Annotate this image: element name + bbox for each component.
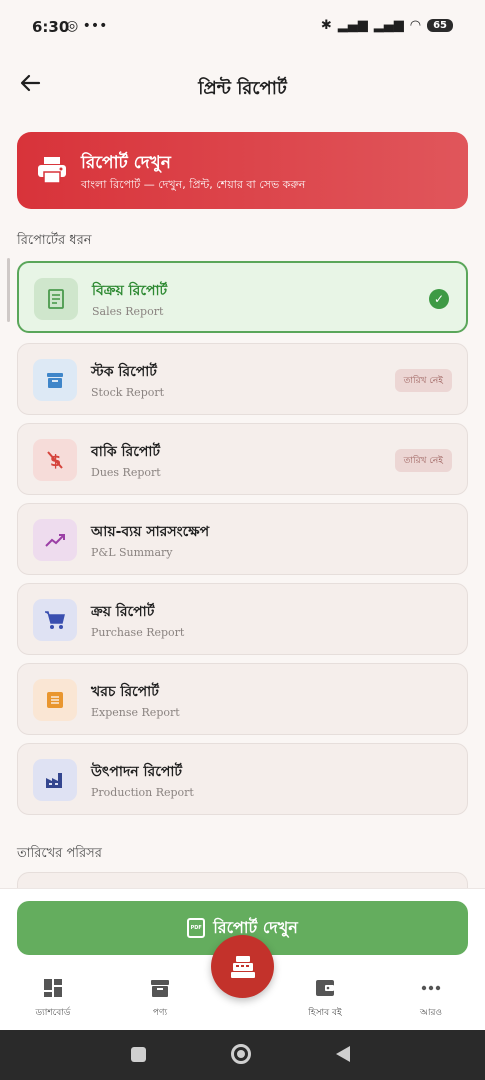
printer-icon: [38, 157, 66, 184]
report-item-sales[interactable]: বিক্রয় রিপোর্ট Sales Report ✓: [17, 261, 468, 333]
archive-icon: [33, 359, 77, 401]
report-subtitle: Dues Report: [91, 466, 161, 479]
no-date-badge: তারিখ নেই: [394, 369, 452, 392]
nav-ledger[interactable]: হিসাব বই: [285, 975, 365, 1020]
wallet-icon: [285, 975, 365, 1001]
bottom-panel: PDF রিপোর্ট দেখুন ড্যাশবোর্ড পণ্য হিসাব …: [0, 888, 485, 1030]
receipt-icon: [34, 278, 78, 320]
nav-label: ড্যাশবোর্ড: [35, 1008, 71, 1018]
app-bar: প্রিন্ট রিপোর্ট: [0, 56, 485, 116]
status-icons: ✱ ▂▄▆ ▂▄▆ ◠ 65: [321, 18, 453, 33]
nav-dashboard[interactable]: ড্যাশবোর্ড: [13, 975, 93, 1020]
nav-label: পণ্য: [152, 1008, 168, 1018]
report-item-expense[interactable]: খরচ রিপোর্ট Expense Report: [17, 663, 468, 735]
more-icon: [391, 975, 471, 1001]
section-date-range: তারিখের পরিসর: [17, 846, 102, 861]
report-item-stock[interactable]: স্টক রিপোর্ট Stock Report তারিখ নেই: [17, 343, 468, 415]
report-item-pl-summary[interactable]: আয়-ব্যয় সারসংক্ষেপ P&L Summary: [17, 503, 468, 575]
status-time: 6:30: [32, 18, 70, 36]
report-name: ক্রয় রিপোর্ট: [91, 604, 155, 620]
scrollbar[interactable]: [7, 258, 10, 322]
report-subtitle: Purchase Report: [91, 626, 185, 639]
pdf-icon: PDF: [187, 918, 206, 938]
money-off-icon: $: [33, 439, 77, 481]
page-title: প্রিন্ট রিপোর্ট: [198, 78, 287, 99]
nav-more[interactable]: আরও: [391, 975, 471, 1020]
signal-icon: ▂▄▆: [337, 18, 368, 33]
cash-register-icon: [230, 955, 255, 978]
trending-up-icon: [33, 519, 77, 561]
status-bar: 6:30 ◎ ••• ✱ ▂▄▆ ▂▄▆ ◠ 65: [0, 0, 485, 56]
report-name: খরচ রিপোর্ট: [91, 684, 159, 700]
back-icon[interactable]: [336, 1046, 350, 1062]
report-item-production[interactable]: উৎপাদন রিপোর্ট Production Report: [17, 743, 468, 815]
banner-subtitle: বাংলা রিপোর্ট — দেখুন, প্রিন্ট, শেয়ার ব…: [81, 178, 306, 191]
nav-products[interactable]: পণ্য: [120, 975, 200, 1020]
report-subtitle: Expense Report: [91, 706, 180, 719]
banner-title: রিপোর্ট দেখুন: [81, 153, 171, 173]
document-icon: [33, 679, 77, 721]
cash-register-fab[interactable]: [211, 935, 274, 998]
bluetooth-icon: ✱: [320, 18, 332, 33]
cart-icon: [33, 599, 77, 641]
nav-label: হিসাব বই: [308, 1008, 342, 1018]
nav-label: আরও: [419, 1008, 443, 1018]
report-subtitle: Production Report: [91, 786, 194, 799]
check-icon: ✓: [429, 289, 449, 309]
report-subtitle: Stock Report: [91, 386, 165, 399]
system-navigation: [0, 1030, 485, 1080]
dashboard-icon: [13, 975, 93, 1001]
report-name: বাকি রিপোর্ট: [91, 444, 161, 460]
factory-icon: [33, 759, 77, 801]
report-subtitle: P&L Summary: [91, 546, 173, 559]
report-name: উৎপাদন রিপোর্ট: [91, 764, 183, 780]
report-name: আয়-ব্যয় সারসংক্ষেপ: [91, 524, 210, 540]
report-name: বিক্রয় রিপোর্ট: [92, 283, 168, 299]
signal-icon-2: ▂▄▆: [373, 18, 404, 33]
home-icon[interactable]: [231, 1044, 251, 1064]
inventory-icon: [120, 975, 200, 1001]
no-date-badge: তারিখ নেই: [394, 449, 452, 472]
report-subtitle: Sales Report: [92, 305, 164, 318]
whatsapp-icon: ◎ •••: [66, 18, 108, 34]
report-name: স্টক রিপোর্ট: [91, 364, 157, 380]
report-item-purchase[interactable]: ক্রয় রিপোর্ট Purchase Report: [17, 583, 468, 655]
recents-icon[interactable]: [131, 1047, 146, 1062]
section-report-type: রিপোর্টের ধরন: [17, 233, 92, 248]
wifi-icon: ◠: [409, 18, 422, 33]
report-item-dues[interactable]: $ বাকি রিপোর্ট Dues Report তারিখ নেই: [17, 423, 468, 495]
view-report-banner: রিপোর্ট দেখুন বাংলা রিপোর্ট — দেখুন, প্র…: [17, 132, 468, 209]
battery-icon: 65: [427, 19, 453, 32]
